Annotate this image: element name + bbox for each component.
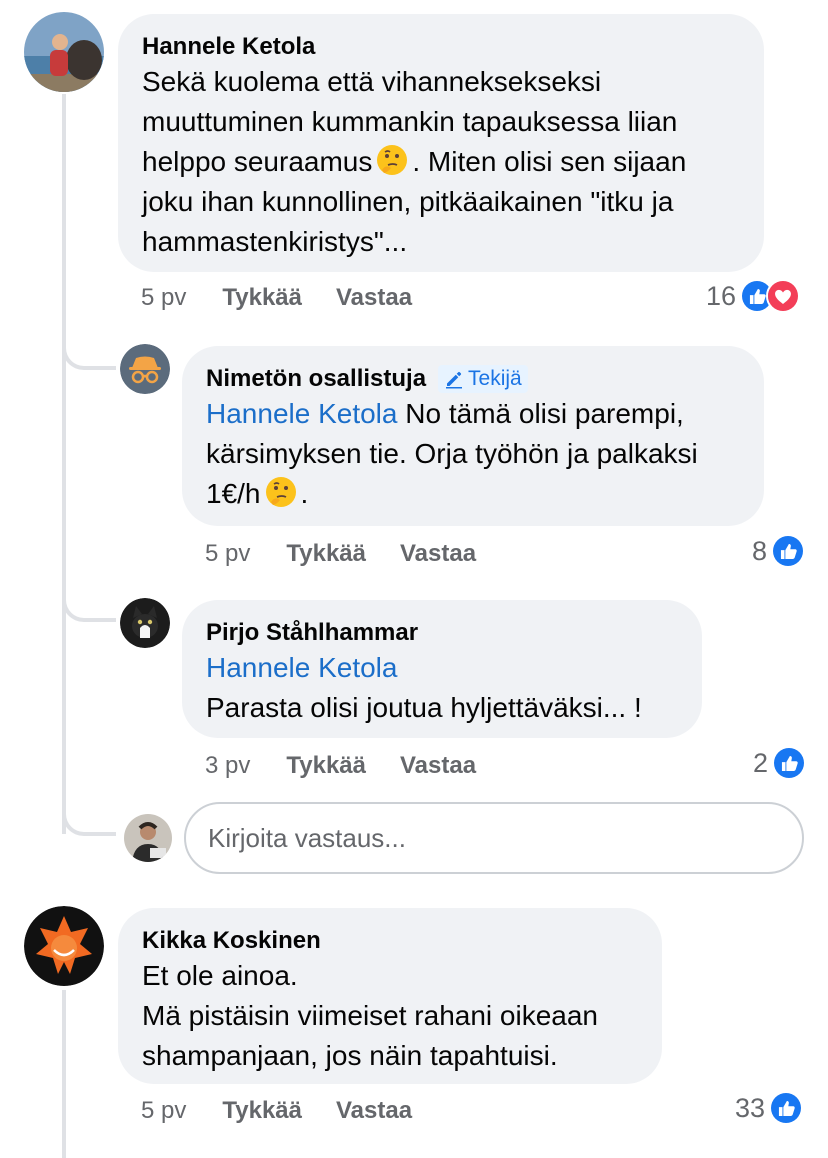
- avatar[interactable]: [24, 12, 104, 92]
- reply-button[interactable]: Vastaa: [400, 752, 476, 780]
- comment-text: Hannele Ketola No tämä olisi parempi, kä…: [206, 398, 698, 509]
- comment-author: Nimetön osallistuja Tekijä: [206, 364, 740, 394]
- comment-meta: 5 pv Tykkää Vastaa: [141, 1097, 446, 1125]
- reaction-count: 8: [752, 535, 768, 566]
- user-photo-icon: [124, 814, 172, 862]
- mention-link[interactable]: Hannele Ketola: [206, 652, 397, 683]
- reply-button[interactable]: Vastaa: [336, 284, 412, 312]
- reply-input[interactable]: [208, 822, 780, 854]
- author-name[interactable]: Nimetön osallistuja: [206, 364, 426, 394]
- comment-author[interactable]: Hannele Ketola: [142, 32, 740, 62]
- comment-bubble: Kikka Koskinen Et ole ainoa. Mä pistäisi…: [118, 908, 662, 1084]
- like-icon: [769, 1091, 804, 1125]
- comment-author[interactable]: Kikka Koskinen: [142, 926, 638, 956]
- comment-text: Sekä kuolema että vihanneksekseksi muutt…: [142, 66, 687, 257]
- like-button[interactable]: Tykkää: [286, 752, 366, 780]
- cat-photo-icon: [120, 598, 170, 648]
- reply-button[interactable]: Vastaa: [336, 1097, 412, 1125]
- comment-age[interactable]: 3 pv: [205, 752, 250, 780]
- thinking-face-icon: [265, 477, 296, 507]
- reaction-summary[interactable]: 33: [735, 1091, 804, 1125]
- reaction-summary[interactable]: 2: [753, 746, 807, 780]
- comment-age[interactable]: 5 pv: [205, 540, 250, 568]
- comment-meta: 5 pv Tykkää Vastaa: [141, 284, 446, 312]
- avatar[interactable]: [24, 906, 104, 986]
- reply-connector: [62, 780, 116, 836]
- comment-age[interactable]: 5 pv: [141, 1097, 186, 1125]
- comment-meta: 5 pv Tykkää Vastaa: [205, 540, 510, 568]
- avatar-photo-icon: [24, 12, 104, 92]
- reaction-count: 2: [753, 747, 769, 778]
- author-badge-label: Tekijä: [468, 367, 522, 390]
- comment-bubble: Pirjo Ståhlhammar Hannele Ketola Parasta…: [182, 600, 702, 738]
- reaction-summary[interactable]: 8: [752, 534, 806, 568]
- reply-connector: [62, 310, 116, 370]
- comment-bubble: Hannele Ketola Sekä kuolema että vihanne…: [118, 14, 764, 272]
- comment-author[interactable]: Pirjo Ståhlhammar: [206, 618, 678, 648]
- love-icon: [766, 279, 801, 313]
- reaction-summary[interactable]: 16: [706, 279, 801, 313]
- thread-line: [62, 94, 66, 834]
- thinking-face-icon: [377, 145, 408, 175]
- thread-line: [62, 990, 66, 1158]
- reply-input-box[interactable]: [184, 802, 804, 874]
- like-button[interactable]: Tykkää: [286, 540, 366, 568]
- pencil-icon: [446, 371, 463, 389]
- comment-meta: 3 pv Tykkää Vastaa: [205, 752, 510, 780]
- like-button[interactable]: Tykkää: [222, 284, 302, 312]
- comment-age[interactable]: 5 pv: [141, 284, 186, 312]
- comment-bubble: Nimetön osallistuja Tekijä Hannele Ketol…: [182, 346, 764, 526]
- reply-button[interactable]: Vastaa: [400, 540, 476, 568]
- like-icon: [772, 746, 807, 780]
- comment-text: Et ole ainoa. Mä pistäisin viimeiset rah…: [142, 960, 598, 1071]
- author-badge: Tekijä: [438, 365, 528, 393]
- current-user-avatar: [124, 814, 172, 862]
- avatar[interactable]: [120, 598, 170, 648]
- avatar[interactable]: [120, 344, 170, 394]
- comment-text: Hannele Ketola Parasta olisi joutua hylj…: [206, 652, 642, 723]
- reaction-count: 16: [706, 280, 737, 311]
- reply-connector: [62, 560, 116, 622]
- mention-link[interactable]: Hannele Ketola: [206, 398, 397, 429]
- lotus-logo-icon: [24, 906, 104, 986]
- anonymous-icon: [120, 344, 170, 394]
- like-button[interactable]: Tykkää: [222, 1097, 302, 1125]
- reaction-count: 33: [735, 1092, 766, 1123]
- like-icon: [771, 534, 806, 568]
